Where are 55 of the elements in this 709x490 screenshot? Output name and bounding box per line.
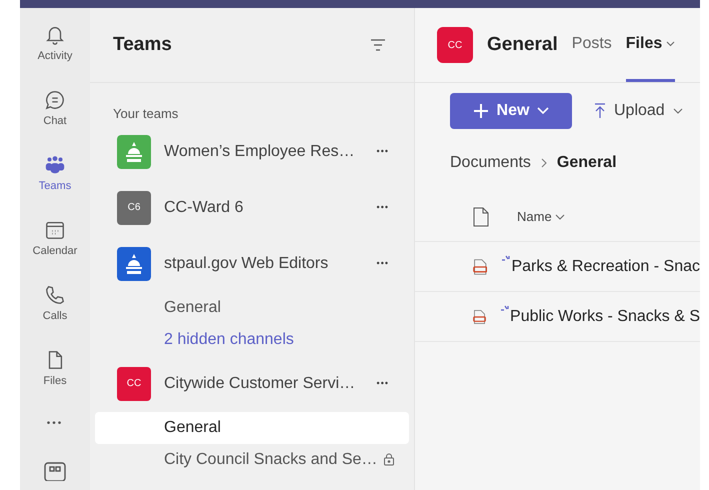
- chevron-down-icon: [554, 214, 565, 220]
- plus-icon: [472, 103, 489, 119]
- rail-item[interactable]: Teams: [38, 154, 72, 203]
- channel-item[interactable]: City Council Snacks and Se…: [95, 444, 409, 476]
- file-row[interactable]: Parks & Recreation - Snac: [415, 242, 700, 292]
- chevron-down-icon: [672, 108, 683, 114]
- channel-item[interactable]: General: [95, 292, 409, 324]
- panel-title: Teams: [113, 32, 172, 57]
- rail-item[interactable]: Files: [43, 349, 67, 398]
- breadcrumb-link[interactable]: Documents: [450, 151, 531, 175]
- team-name[interactable]: CC-Ward 6: [164, 196, 364, 220]
- rail-item[interactable]: Calendar: [32, 219, 78, 268]
- bell-icon: [44, 24, 66, 46]
- hidden-channels-link[interactable]: 2 hidden channels: [164, 328, 395, 352]
- breadcrumb-current: General: [556, 153, 617, 173]
- channel-tab[interactable]: Files: [626, 8, 676, 82]
- channel-item[interactable]: General: [95, 412, 409, 444]
- upload-icon: [594, 103, 606, 119]
- people-icon: [44, 154, 66, 176]
- file-row[interactable]: Public Works - Snacks & S: [415, 292, 700, 342]
- channel-name[interactable]: City Council Snacks and Se…: [164, 448, 383, 472]
- channel-item[interactable]: 2 hidden channels: [95, 324, 409, 356]
- team-avatar: C6: [117, 190, 151, 224]
- team-name[interactable]: Women’s Employee Res…: [164, 140, 364, 164]
- new-button[interactable]: New: [450, 93, 572, 129]
- file-name[interactable]: Parks & Recreation - Snac: [511, 254, 700, 278]
- team-name[interactable]: stpaul.gov Web Editors: [164, 252, 364, 276]
- more-options-button[interactable]: •••: [376, 144, 389, 158]
- chat-icon: [44, 89, 66, 111]
- more-options-button[interactable]: •••: [376, 200, 389, 214]
- rail-item[interactable]: Calls: [42, 284, 68, 333]
- calendar-icon: [44, 219, 66, 241]
- team-name[interactable]: Citywide Customer Servi…: [164, 372, 364, 396]
- apps-icon: [43, 461, 67, 481]
- more-options-button[interactable]: •••: [376, 376, 389, 390]
- team-avatar: CC: [117, 366, 151, 400]
- chevron-right-icon: [540, 158, 547, 168]
- section-label: Your teams: [113, 105, 180, 123]
- file-name[interactable]: Public Works - Snacks & S: [510, 304, 700, 328]
- channel-avatar: CC: [437, 27, 473, 63]
- channel-title: General: [487, 32, 558, 57]
- document-icon: [473, 256, 488, 276]
- chevron-down-icon: [537, 107, 550, 115]
- file-type-icon: [473, 206, 489, 226]
- channel-name[interactable]: General: [164, 416, 395, 440]
- more-options-button[interactable]: •••: [376, 256, 389, 270]
- phone-icon: [44, 284, 66, 306]
- name-column-header[interactable]: Name: [517, 206, 565, 226]
- rail-item[interactable]: Activity: [38, 24, 72, 73]
- upload-button[interactable]: Upload: [594, 99, 683, 123]
- channel-tab[interactable]: Posts: [572, 8, 612, 82]
- more-apps-button[interactable]: •••: [46, 416, 64, 431]
- filter-icon[interactable]: [370, 39, 386, 51]
- rail-item[interactable]: Chat: [43, 89, 67, 138]
- channel-name[interactable]: General: [164, 296, 395, 320]
